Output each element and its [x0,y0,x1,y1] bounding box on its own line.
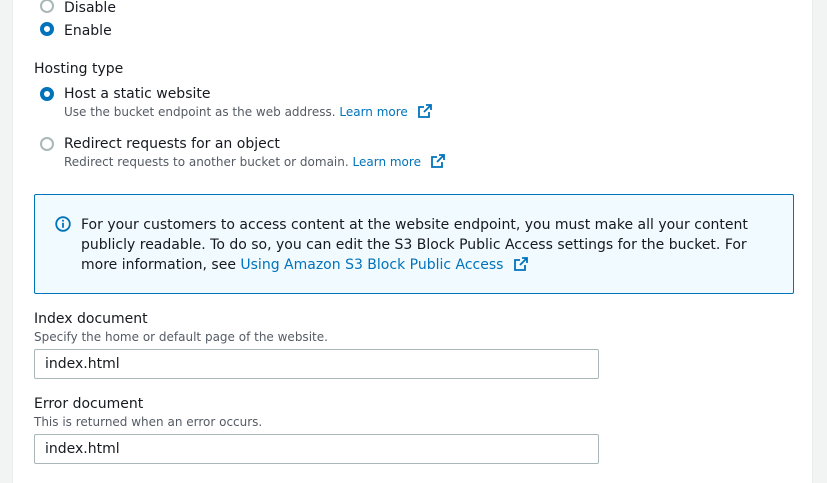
block-public-access-link[interactable]: Using Amazon S3 Block Public Access [240,257,528,273]
redirect-description: Redirect requests to another bucket or d… [64,153,445,171]
radio-enable-button[interactable] [40,22,54,36]
host-static-learn-more-link[interactable]: Learn more [339,104,432,119]
radio-redirect[interactable]: Redirect requests for an object Redirect… [40,135,445,171]
radio-redirect-button[interactable] [40,137,54,151]
redirect-learn-more-link[interactable]: Learn more [352,154,445,169]
redirect-label: Redirect requests for an object [64,136,280,152]
host-static-description: Use the bucket endpoint as the web addre… [64,103,432,121]
external-link-icon [417,104,432,118]
host-static-learn-more-text: Learn more [339,105,408,119]
error-document-label: Error document [34,396,144,412]
radio-host-static-button[interactable] [40,87,54,101]
static-website-hosting-panel: Disable Enable Hosting type Host a stati… [12,0,813,483]
host-static-desc-text: Use the bucket endpoint as the web addre… [64,105,336,119]
redirect-desc-text: Redirect requests to another bucket or d… [64,155,349,169]
index-document-label: Index document [34,311,148,327]
redirect-learn-more-text: Learn more [352,155,421,169]
index-document-description: Specify the home or default page of the … [34,330,328,344]
error-document-input[interactable] [34,434,599,464]
block-public-access-link-text: Using Amazon S3 Block Public Access [240,257,504,273]
hosting-type-title: Hosting type [34,61,124,77]
external-link-icon [430,154,445,168]
error-document-description: This is returned when an error occurs. [34,415,263,429]
info-icon [55,216,71,232]
index-document-input[interactable] [34,349,599,379]
external-link-icon [513,257,528,271]
radio-enable-label: Enable [64,23,112,39]
host-static-label: Host a static website [64,86,211,102]
radio-enable[interactable]: Enable [40,20,112,40]
radio-disable-label: Disable [64,0,116,16]
radio-disable[interactable]: Disable [40,0,116,17]
public-access-info-alert: For your customers to access content at … [34,194,794,294]
radio-disable-button[interactable] [40,0,54,13]
alert-message: For your customers to access content at … [81,215,775,275]
radio-host-static[interactable]: Host a static website Use the bucket end… [40,85,432,121]
